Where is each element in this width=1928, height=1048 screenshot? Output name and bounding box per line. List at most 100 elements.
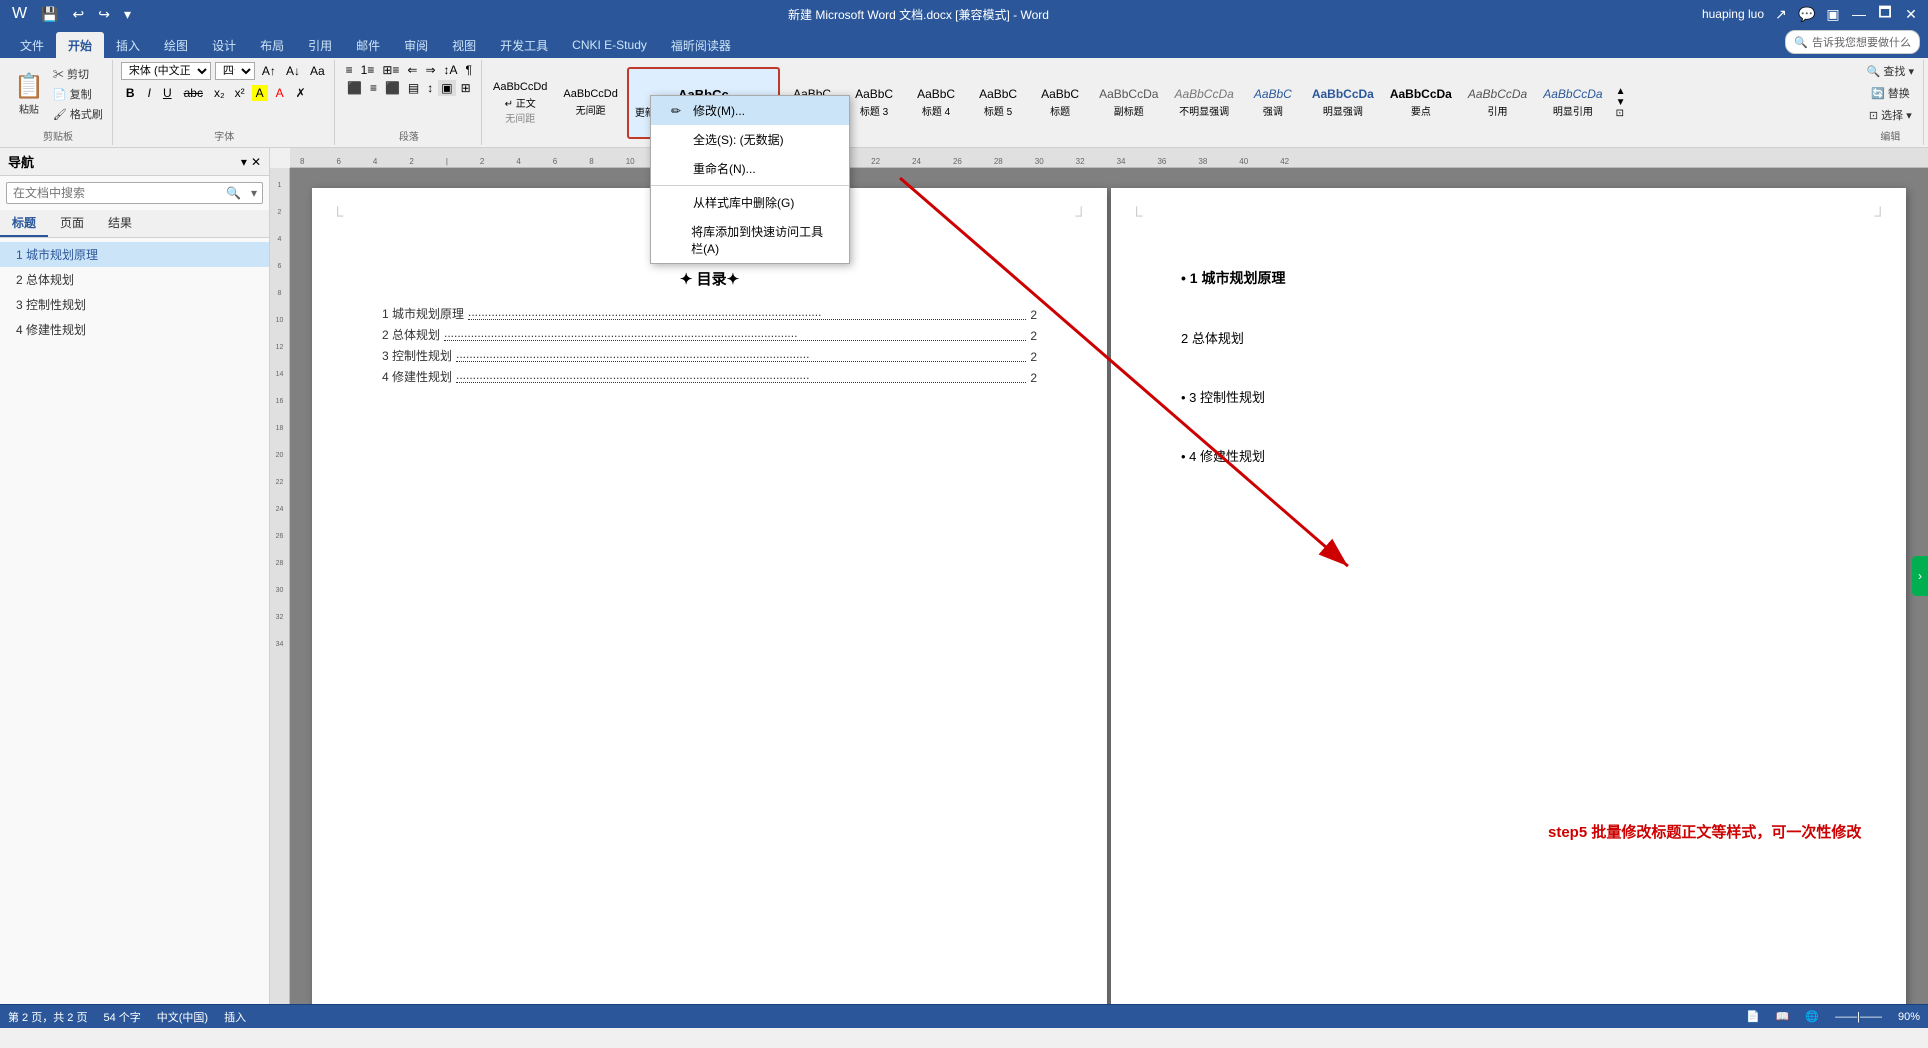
ctx-add-quick[interactable]: 将库添加到快速访问工具栏(A) — [651, 217, 849, 263]
nav-search-input[interactable] — [7, 183, 221, 203]
comments-btn[interactable]: 💬 — [1798, 5, 1816, 23]
ctx-rename[interactable]: 重命名(N)... — [651, 154, 849, 183]
page-1[interactable]: └ ┘ ┌ ┐ ✦ 目录✦ 1 城市规划原理 .................… — [312, 188, 1107, 1004]
bold-btn[interactable]: B — [121, 84, 140, 102]
replace-btn[interactable]: 🔄 替换 — [1868, 84, 1913, 102]
style-yaodian[interactable]: AaBbCcDa 要点 — [1383, 67, 1459, 139]
nav-toggle-btn[interactable]: ▾ — [241, 155, 247, 169]
nav-item-2[interactable]: 2 总体规划 — [0, 267, 269, 292]
strikethrough-btn[interactable]: abc — [180, 85, 207, 101]
nav-tab-pages[interactable]: 页面 — [48, 210, 96, 237]
styles-scroll-down[interactable]: ▼ — [1616, 97, 1626, 108]
nav-item-4[interactable]: 4 修建性规划 — [0, 317, 269, 342]
tab-references[interactable]: 引用 — [296, 32, 344, 58]
style-mingxian[interactable]: AaBbCcDa 明显强调 — [1305, 67, 1381, 139]
view-read-icon[interactable]: 📖 — [1776, 1010, 1790, 1023]
tab-draw[interactable]: 绘图 — [152, 32, 200, 58]
grow-font-btn[interactable]: A↑ — [259, 63, 279, 79]
nav-item-1[interactable]: 1 城市规划原理 — [0, 242, 269, 267]
cut-btn[interactable]: ✂ 剪切 — [50, 65, 106, 83]
change-case-btn[interactable]: Aa — [307, 63, 328, 79]
nav-tab-results[interactable]: 结果 — [96, 210, 144, 237]
styles-expand[interactable]: ⊡ — [1616, 108, 1626, 119]
zoom-slider[interactable]: ——|—— — [1835, 1011, 1882, 1023]
superscript-btn[interactable]: x² — [232, 85, 248, 101]
border-btn[interactable]: ⊞ — [458, 80, 474, 96]
multilevel-btn[interactable]: ⊞≡ — [379, 62, 402, 78]
style-fubiaoti[interactable]: AaBbCcDa 副标题 — [1092, 67, 1165, 139]
tab-view[interactable]: 视图 — [440, 32, 488, 58]
close-btn[interactable]: ✕ — [1902, 5, 1920, 23]
text-highlight-btn[interactable]: A — [252, 85, 268, 101]
tab-foxit[interactable]: 福昕阅读器 — [659, 32, 743, 58]
style-wuxiange[interactable]: AaBbCcDd 无间距 — [556, 67, 624, 139]
nav-item-3[interactable]: 3 控制性规划 — [0, 292, 269, 317]
ctx-remove-gallery[interactable]: 从样式库中删除(G) — [651, 188, 849, 217]
page-2[interactable]: └ ┘ • 1 城市规划原理 2 总体规划 • 3 控制性规划 • 4 修建性规… — [1111, 188, 1906, 1004]
minimize-btn[interactable]: — — [1850, 5, 1868, 23]
customize-quick-access[interactable]: ▾ — [120, 4, 135, 25]
style-zhengwen[interactable]: AaBbCcDd ↵ 正文 无间距 — [486, 67, 554, 139]
bullets-btn[interactable]: ≡ — [343, 62, 356, 78]
style-biaoti3[interactable]: AaBbC 标题 3 — [844, 67, 904, 139]
maximize-btn[interactable]: 🗖 — [1876, 5, 1894, 23]
find-btn[interactable]: 🔍 查找 ▾ — [1864, 62, 1917, 80]
tab-design[interactable]: 设计 — [200, 32, 248, 58]
font-color-btn[interactable]: A — [272, 85, 288, 101]
tab-home[interactable]: 开始 — [56, 32, 104, 58]
styles-scroll-up[interactable]: ▲ — [1616, 86, 1626, 97]
show-marks-btn[interactable]: ¶ — [463, 62, 475, 78]
document-area[interactable]: └ ┘ ┌ ┐ ✦ 目录✦ 1 城市规划原理 .................… — [290, 168, 1928, 1004]
style-yinyong[interactable]: AaBbCcDa 引用 — [1461, 67, 1534, 139]
align-left-btn[interactable]: ⬛ — [344, 80, 365, 96]
indent-increase-btn[interactable]: ⇒ — [422, 62, 438, 78]
style-mingxian-yinyong[interactable]: AaBbCcDa 明显引用 — [1536, 67, 1609, 139]
subscript-btn[interactable]: x₂ — [211, 85, 228, 101]
tab-cnki[interactable]: CNKI E-Study — [560, 32, 659, 58]
shading-btn[interactable]: ▣ — [438, 80, 455, 96]
justify-btn[interactable]: ▤ — [405, 80, 422, 96]
tab-mailings[interactable]: 邮件 — [344, 32, 392, 58]
copy-btn[interactable]: 📄 复制 — [50, 85, 106, 103]
tab-insert[interactable]: 插入 — [104, 32, 152, 58]
nav-tab-headings[interactable]: 标题 — [0, 210, 48, 237]
clear-format-btn[interactable]: ✗ — [292, 85, 310, 101]
tab-review[interactable]: 审阅 — [392, 32, 440, 58]
italic-btn[interactable]: I — [144, 85, 155, 101]
style-qiangdiao[interactable]: AaBbC 强调 — [1243, 67, 1303, 139]
align-center-btn[interactable]: ≡ — [367, 80, 380, 96]
tab-developer[interactable]: 开发工具 — [488, 32, 560, 58]
tell-me-box[interactable]: 🔍 告诉我您想要做什么 — [1785, 30, 1920, 54]
ribbon-display-btn[interactable]: ▣ — [1824, 5, 1842, 23]
numbering-btn[interactable]: 1≡ — [358, 62, 378, 78]
align-right-btn[interactable]: ⬛ — [382, 80, 403, 96]
nav-close-btn[interactable]: ✕ — [251, 155, 261, 169]
ctx-select-all[interactable]: 全选(S): (无数据) — [651, 125, 849, 154]
style-biaoti5[interactable]: AaBbC 标题 5 — [968, 67, 1028, 139]
underline-btn[interactable]: U — [159, 85, 176, 101]
indent-decrease-btn[interactable]: ⇐ — [404, 62, 420, 78]
line-spacing-btn[interactable]: ↕ — [424, 80, 436, 96]
select-btn[interactable]: ⊡ 选择 ▾ — [1866, 106, 1915, 124]
font-family-select[interactable]: 宋体 (中文正… — [121, 62, 211, 80]
shrink-font-btn[interactable]: A↓ — [283, 63, 303, 79]
view-web-icon[interactable]: 🌐 — [1805, 1010, 1819, 1023]
side-green-btn[interactable]: › — [1912, 556, 1928, 596]
nav-search-dropdown[interactable]: ▾ — [246, 183, 262, 203]
paste-btn[interactable]: 📋 粘贴 — [10, 64, 48, 124]
nav-search-box[interactable]: 🔍 ▾ — [6, 182, 263, 204]
tab-layout[interactable]: 布局 — [248, 32, 296, 58]
format-painter-btn[interactable]: 🖌 格式刷 — [50, 105, 106, 123]
ctx-modify[interactable]: ✏ 修改(M)... — [651, 96, 849, 125]
style-buxian[interactable]: AaBbCcDa 不明显强调 — [1167, 67, 1240, 139]
font-size-select[interactable]: 四号 — [215, 62, 255, 80]
style-biaoti-plain[interactable]: AaBbC 标题 — [1030, 67, 1090, 139]
undo-btn[interactable]: ↩ — [69, 4, 89, 25]
share-btn[interactable]: ↗ — [1772, 5, 1790, 23]
nav-search-icon[interactable]: 🔍 — [221, 183, 246, 203]
save-btn[interactable]: 💾 — [37, 4, 62, 25]
view-normal-icon[interactable]: 📄 — [1746, 1010, 1760, 1023]
sort-btn[interactable]: ↕A — [441, 62, 461, 78]
redo-btn[interactable]: ↪ — [94, 4, 114, 25]
style-biaoti4[interactable]: AaBbC 标题 4 — [906, 67, 966, 139]
